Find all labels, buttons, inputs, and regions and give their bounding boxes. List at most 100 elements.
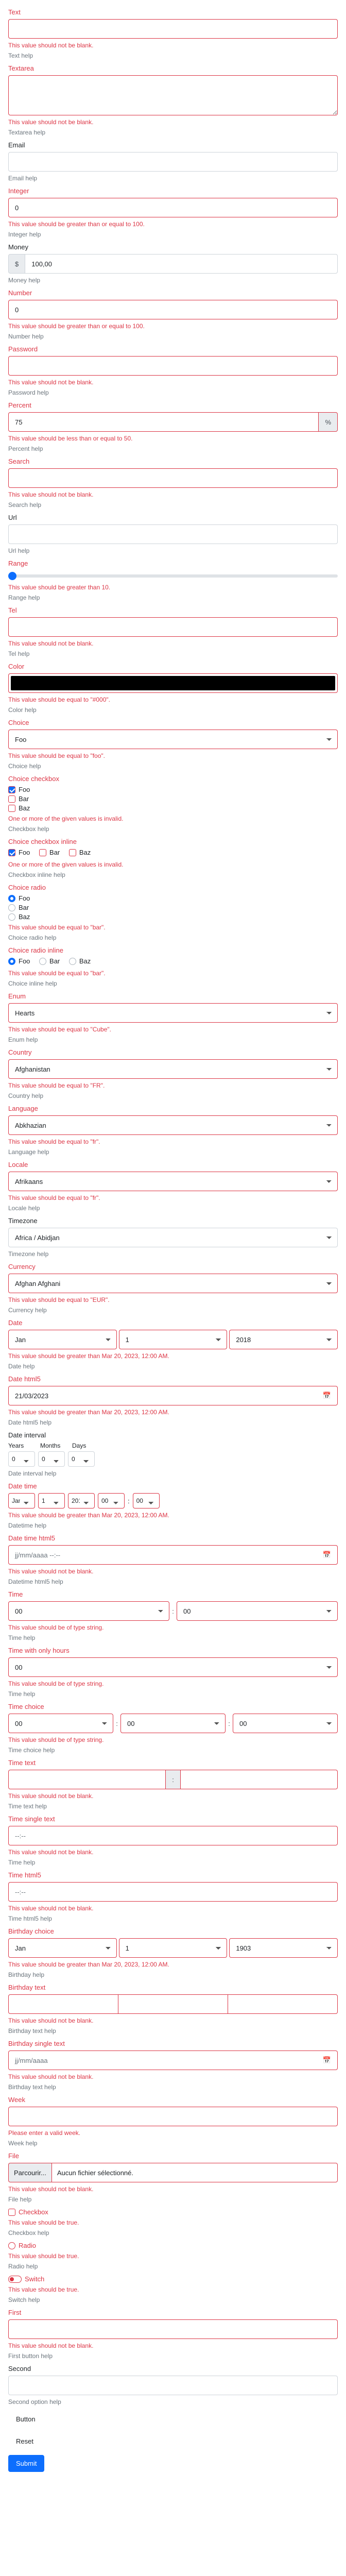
radio-circle[interactable] <box>8 913 15 921</box>
number-input[interactable] <box>8 300 338 319</box>
radio-inline-option[interactable]: Foo <box>8 957 30 965</box>
checkbox-option[interactable]: Baz <box>8 804 338 812</box>
search-help: Search help <box>8 501 42 509</box>
date-time-error: This value should be greater than Mar 20… <box>8 1512 169 1519</box>
tel-input[interactable] <box>8 617 338 637</box>
datetime-month-select[interactable]: Jan <box>8 1493 35 1509</box>
date-day-select[interactable]: 1 <box>118 1330 228 1349</box>
choice-select[interactable]: Foo <box>8 730 338 749</box>
time-choice-minute-select[interactable]: 00 <box>120 1714 226 1733</box>
checkbox-inline-option[interactable]: Bar <box>39 849 60 856</box>
radio-circle[interactable] <box>8 957 15 965</box>
date-html5-input[interactable]: 21/03/2023 📅 <box>8 1386 338 1405</box>
text-input[interactable] <box>8 19 338 39</box>
field-language: Language Abkhazian This value should be … <box>8 1105 338 1156</box>
checkbox-toggle[interactable]: Checkbox <box>8 2208 338 2216</box>
birthday-single-text-input[interactable]: jj/mm/aaaa 📅 <box>8 2050 338 2070</box>
second-input[interactable] <box>8 2376 338 2395</box>
interval-years-select[interactable]: 0 <box>8 1451 35 1467</box>
password-input[interactable] <box>8 356 338 376</box>
integer-input[interactable] <box>8 198 338 217</box>
birthday-month-select[interactable]: Jan <box>8 1938 117 1958</box>
locale-select[interactable]: Afrikaans <box>8 1172 338 1191</box>
field-checkbox: Checkbox This value should be true. Chec… <box>8 2208 338 2236</box>
date-month-select[interactable]: Jan <box>8 1330 117 1349</box>
checkbox-box[interactable] <box>8 786 15 793</box>
time-text-minute-input[interactable] <box>180 1770 338 1789</box>
reset-button[interactable]: Reset <box>8 2433 41 2450</box>
birthday-day-select[interactable]: 1 <box>118 1938 228 1958</box>
date-time-html5-input[interactable]: jj/mm/aaaa --:-- 📅 <box>8 1545 338 1565</box>
week-input[interactable] <box>8 2107 338 2126</box>
time-choice-hour-select[interactable]: 00 <box>8 1714 113 1733</box>
percent-input[interactable] <box>8 412 319 432</box>
field-date-html5: Date html5 21/03/2023 📅 This value shoul… <box>8 1375 338 1426</box>
time-only-hours-select[interactable]: 00 <box>8 1657 338 1677</box>
datetime-year-select[interactable]: 201 <box>68 1493 95 1509</box>
choice-checkbox-error: One or more of the given values is inval… <box>8 815 124 822</box>
radio-inline-option[interactable]: Bar <box>39 957 60 965</box>
switch-control[interactable] <box>8 2275 22 2283</box>
birthday-text-day-input[interactable] <box>8 1994 118 2014</box>
url-input[interactable] <box>8 524 338 544</box>
checkbox-inline-option[interactable]: Foo <box>8 849 30 856</box>
range-slider[interactable] <box>8 570 338 581</box>
birthday-text-month-input[interactable] <box>118 1994 228 2014</box>
search-input[interactable] <box>8 468 338 488</box>
checkbox-inline-option[interactable]: Baz <box>68 849 91 856</box>
time-hour-select[interactable]: 00 <box>8 1601 169 1621</box>
enum-select[interactable]: Hearts <box>8 1003 338 1023</box>
language-select[interactable]: Abkhazian <box>8 1115 338 1135</box>
file-input[interactable]: Parcourir... Aucun fichier sélectionné. <box>8 2163 338 2182</box>
submit-button[interactable]: Submit <box>8 2455 45 2472</box>
datetime-minute-select[interactable]: 00 <box>132 1493 160 1509</box>
color-picker[interactable] <box>8 673 338 693</box>
checkbox-box[interactable] <box>39 849 47 856</box>
radio-option[interactable]: Bar <box>8 904 338 911</box>
email-input[interactable] <box>8 152 338 172</box>
browse-button[interactable]: Parcourir... <box>8 2163 51 2182</box>
checkbox-box[interactable] <box>8 849 15 856</box>
textarea-input[interactable] <box>8 75 338 115</box>
currency-select[interactable]: Afghan Afghani <box>8 1274 338 1293</box>
time-single-text-input[interactable]: --:-- <box>8 1826 338 1845</box>
checkbox-box[interactable] <box>8 804 15 812</box>
money-input[interactable] <box>25 254 338 274</box>
birthday-text-year-input[interactable] <box>228 1994 338 2014</box>
calendar-icon[interactable]: 📅 <box>323 1551 331 1559</box>
datetime-hour-select[interactable]: 00 <box>98 1493 125 1509</box>
radio-option[interactable]: Baz <box>8 913 338 921</box>
time-choice-second-select[interactable]: 00 <box>233 1714 338 1733</box>
first-input[interactable] <box>8 2319 338 2339</box>
radio-option[interactable]: Foo <box>8 894 338 902</box>
date-year-select[interactable]: 2018 <box>229 1330 338 1349</box>
checkbox-option[interactable]: Foo <box>8 786 338 793</box>
country-select[interactable]: Afghanistan <box>8 1059 338 1079</box>
datetime-day-select[interactable]: 1 <box>38 1493 65 1509</box>
switch-toggle[interactable]: Switch <box>8 2275 338 2283</box>
interval-months-select[interactable]: 0 <box>38 1451 65 1467</box>
radio-circle[interactable] <box>39 957 47 965</box>
checkbox-box[interactable] <box>8 795 15 803</box>
plain-button[interactable]: Button <box>8 2411 43 2428</box>
radio-toggle[interactable]: Radio <box>8 2242 338 2249</box>
timezone-select[interactable]: Africa / Abidjan <box>8 1228 338 1247</box>
radio-circle[interactable] <box>68 957 76 965</box>
checkbox-option[interactable]: Bar <box>8 795 338 803</box>
percent-addon: % <box>319 412 338 432</box>
radio-circle[interactable] <box>8 904 15 911</box>
time-minute-select[interactable]: 00 <box>177 1601 338 1621</box>
radio-circle[interactable] <box>8 894 15 902</box>
birthday-year-select[interactable]: 1903 <box>229 1938 338 1958</box>
time-text-hour-input[interactable] <box>8 1770 166 1789</box>
interval-days-select[interactable]: 0 <box>68 1451 95 1467</box>
checkbox-box[interactable] <box>8 2208 15 2216</box>
radio-circle[interactable] <box>8 2242 15 2249</box>
field-choice-radio-inline: Choice radio inline Foo Bar Baz This val… <box>8 946 338 987</box>
radio-inline-option[interactable]: Baz <box>68 957 91 965</box>
time-html5-input[interactable]: --:-- <box>8 1882 338 1902</box>
checkbox-box[interactable] <box>68 849 76 856</box>
range-thumb[interactable] <box>8 572 16 580</box>
calendar-icon[interactable]: 📅 <box>323 2056 331 2064</box>
calendar-icon[interactable]: 📅 <box>323 1392 331 1400</box>
